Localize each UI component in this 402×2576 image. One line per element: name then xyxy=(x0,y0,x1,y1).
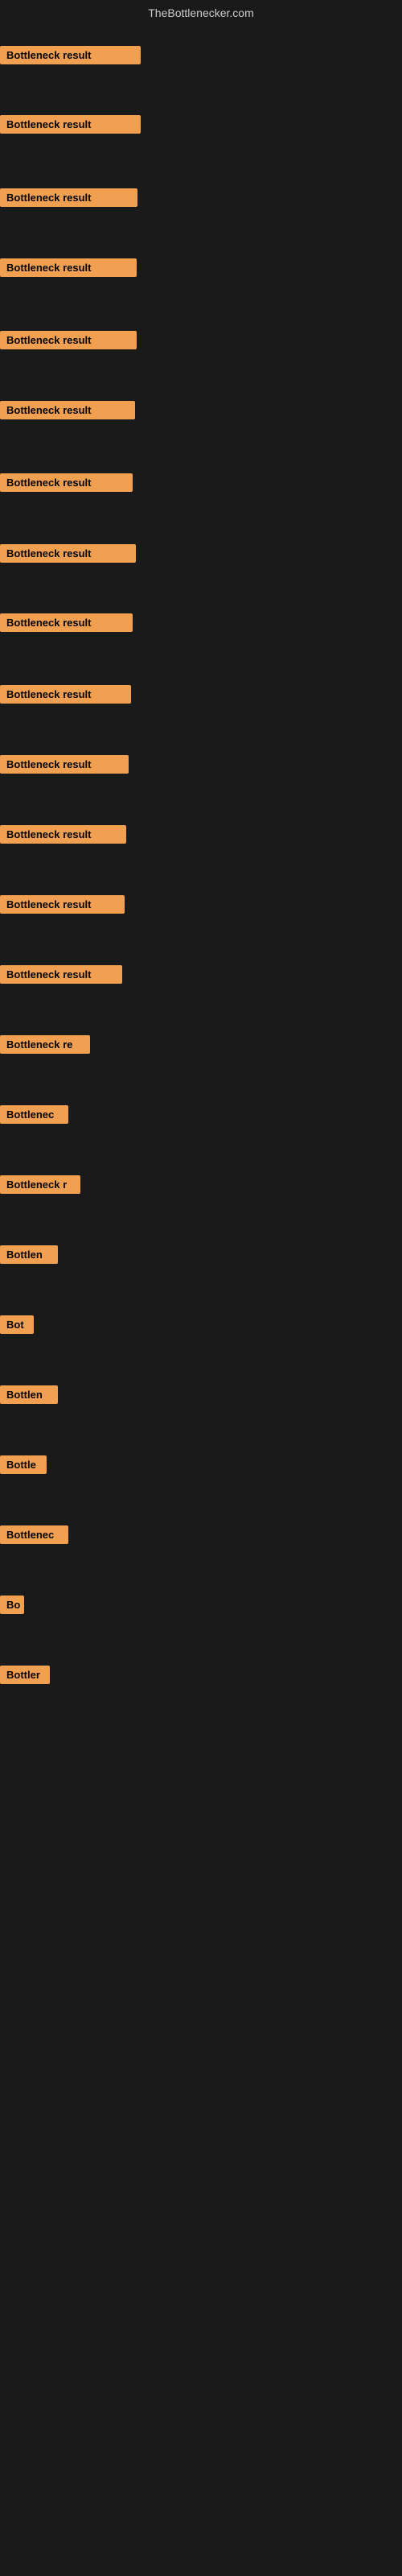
bottleneck-result-item[interactable]: Bottleneck result xyxy=(0,544,136,563)
bottleneck-result-item[interactable]: Bottleneck result xyxy=(0,895,125,914)
bottleneck-result-item[interactable]: Bottle xyxy=(0,1455,47,1474)
bottleneck-result-item[interactable]: Bottleneck result xyxy=(0,965,122,984)
bottleneck-result-item[interactable]: Bottleneck result xyxy=(0,188,137,207)
bottleneck-result-item[interactable]: Bottlenec xyxy=(0,1525,68,1544)
bottleneck-result-item[interactable]: Bottleneck result xyxy=(0,685,131,704)
bottleneck-result-item[interactable]: Bot xyxy=(0,1315,34,1334)
bottleneck-result-item[interactable]: Bottlen xyxy=(0,1245,58,1264)
bottleneck-result-item[interactable]: Bottler xyxy=(0,1666,50,1684)
bottleneck-result-item[interactable]: Bottleneck result xyxy=(0,331,137,349)
bottleneck-result-item[interactable]: Bottleneck result xyxy=(0,401,135,419)
bottleneck-result-item[interactable]: Bottleneck result xyxy=(0,473,133,492)
bottleneck-result-item[interactable]: Bottleneck result xyxy=(0,258,137,277)
bottleneck-result-item[interactable]: Bottleneck result xyxy=(0,46,141,64)
bottleneck-result-item[interactable]: Bottleneck result xyxy=(0,613,133,632)
bottleneck-result-item[interactable]: Bottlen xyxy=(0,1385,58,1404)
bottleneck-result-item[interactable]: Bottleneck r xyxy=(0,1175,80,1194)
site-header: TheBottlenecker.com xyxy=(0,0,402,26)
bottleneck-result-item[interactable]: Bottleneck result xyxy=(0,755,129,774)
bottleneck-result-item[interactable]: Bottlenec xyxy=(0,1105,68,1124)
bottleneck-result-item[interactable]: Bottleneck re xyxy=(0,1035,90,1054)
bottleneck-result-item[interactable]: Bottleneck result xyxy=(0,115,141,134)
bottleneck-result-item[interactable]: Bo xyxy=(0,1596,24,1614)
bottleneck-result-item[interactable]: Bottleneck result xyxy=(0,825,126,844)
